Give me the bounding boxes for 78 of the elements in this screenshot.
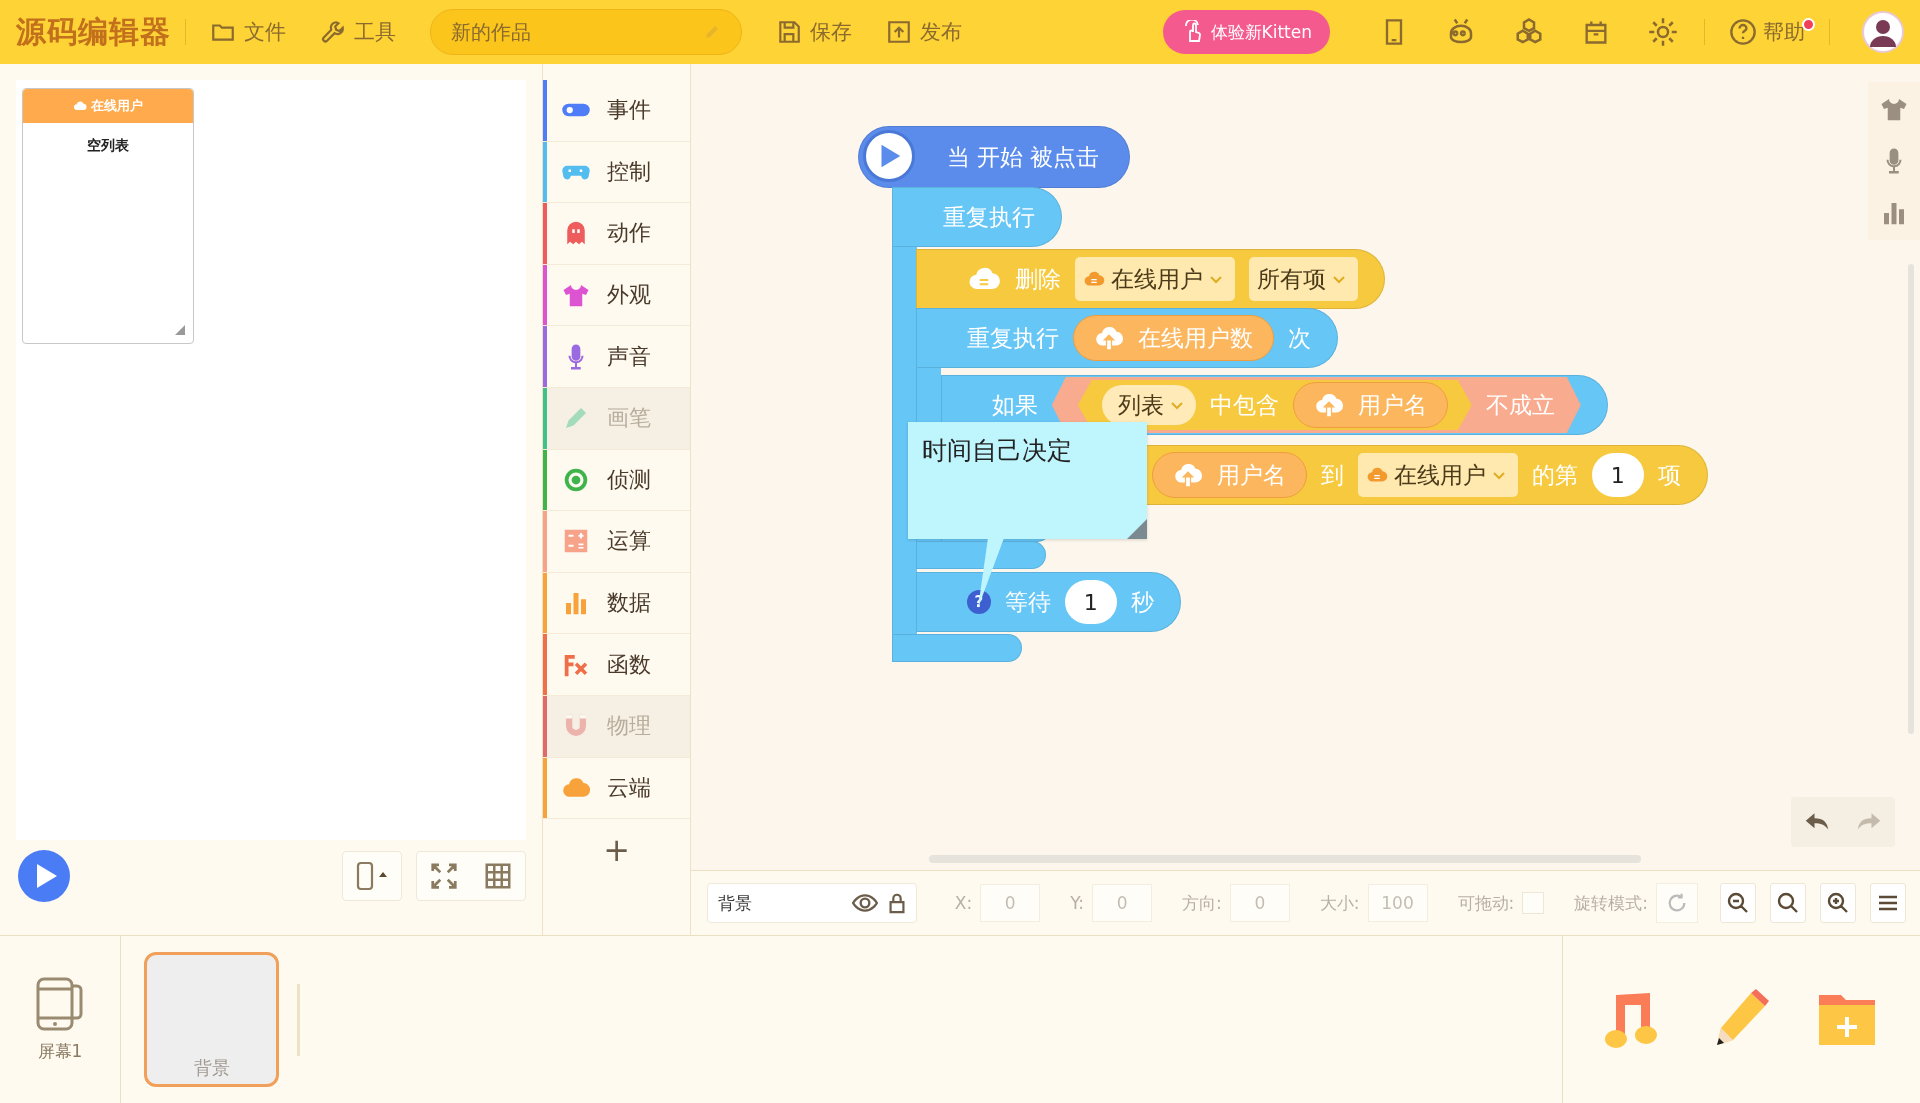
zoom-out-button[interactable]: [1720, 883, 1756, 923]
block-label: 等待: [1004, 587, 1051, 617]
block-label: 的第: [1531, 460, 1578, 490]
comment-note[interactable]: 时间自己决定: [907, 422, 1147, 539]
play-button[interactable]: [18, 850, 70, 902]
block-label: 中包含: [1209, 390, 1279, 420]
add-category-button[interactable]: +: [543, 819, 690, 881]
category-item[interactable]: 侦测: [543, 449, 690, 512]
wrench-icon: [320, 19, 346, 45]
category-item[interactable]: 数据: [543, 572, 690, 635]
grid-icon[interactable]: [483, 861, 514, 891]
block-label: 当 开始 被点击: [946, 142, 1100, 172]
settings-icon[interactable]: [1648, 17, 1678, 47]
resize-handle[interactable]: [175, 325, 185, 335]
property-label: 旋转模式:: [1574, 891, 1648, 915]
block-label: 项: [1657, 460, 1681, 490]
list-title: 在线用户: [91, 97, 143, 115]
category-item[interactable]: 云端: [543, 757, 690, 820]
rotation-button[interactable]: [1656, 883, 1698, 923]
number-input[interactable]: 1: [1064, 580, 1117, 624]
block-label: 不成立: [1485, 390, 1555, 420]
category-item[interactable]: 事件: [543, 80, 690, 142]
number-input[interactable]: 1: [1591, 453, 1644, 497]
play-icon: [862, 130, 915, 182]
resize-handle[interactable]: [1126, 519, 1147, 539]
category-item[interactable]: 运算: [543, 511, 690, 573]
help-button[interactable]: 帮助: [1719, 12, 1815, 52]
logo: 源码编辑器: [16, 12, 171, 51]
code-block[interactable]: 删除 在线用户 所有项: [915, 249, 1385, 309]
phone-icon: [355, 861, 390, 891]
sprite-name-field[interactable]: 背景: [706, 883, 917, 923]
block-label: 到: [1320, 460, 1344, 490]
block-label: 秒: [1130, 587, 1154, 617]
screen-tab[interactable]: 屏幕1: [35, 976, 85, 1063]
play-icon: [34, 863, 58, 889]
zoom-in-button[interactable]: [1820, 883, 1856, 923]
dropdown[interactable]: 所有项: [1248, 257, 1358, 301]
menu-button[interactable]: [1870, 883, 1906, 923]
condition-block[interactable]: 列表 中包含 用户名: [1077, 380, 1472, 430]
comment-pointer: [975, 538, 1006, 608]
save-icon: [776, 19, 802, 45]
avatar[interactable]: [1862, 11, 1904, 53]
category-item[interactable]: 声音: [543, 326, 690, 388]
draggable-checkbox[interactable]: [1522, 892, 1545, 914]
dropdown[interactable]: 在线用户: [1074, 257, 1235, 301]
toolbar-button[interactable]: 发布: [876, 12, 972, 52]
property-label: 可拖动:: [1457, 891, 1515, 915]
menu-button[interactable]: 文件: [200, 12, 296, 52]
zoom-in-icon: [1826, 891, 1850, 915]
device-button[interactable]: [342, 851, 403, 901]
category-item[interactable]: 函数: [543, 634, 690, 696]
dropdown[interactable]: 在线用户: [1357, 453, 1518, 497]
block-label: 次: [1287, 323, 1311, 353]
category-item[interactable]: 控制: [543, 141, 690, 204]
dropdown[interactable]: 列表: [1101, 385, 1196, 425]
help-icon: [1729, 18, 1757, 46]
upload-icon: [886, 19, 912, 45]
block-label: 删除: [1014, 264, 1061, 294]
block-label: 如果: [991, 390, 1038, 420]
property-label: Y:: [1070, 893, 1085, 913]
toolbar-button[interactable]: 保存: [766, 12, 862, 52]
code-block[interactable]: 如果 列表 中包含 用户名 不成立: [940, 375, 1608, 435]
condition-block[interactable]: 列表 中包含 用户名 不成立: [1051, 377, 1581, 433]
zoom-out-icon: [1726, 891, 1750, 915]
property-label: X:: [954, 893, 973, 913]
fullscreen-icon[interactable]: [429, 861, 460, 891]
category-item[interactable]: 外观: [543, 264, 690, 327]
zoom-reset-button[interactable]: [1770, 883, 1806, 923]
property-label: 方向:: [1182, 891, 1222, 915]
cloud-list-icon: [73, 99, 87, 113]
block-label: 重复执行: [942, 202, 1035, 232]
category-item[interactable]: 动作: [543, 203, 690, 265]
rotate-icon: [1666, 892, 1688, 914]
empty-list-text: 空列表: [86, 137, 130, 155]
search-icon: [1776, 891, 1800, 915]
tablet-icon: [35, 976, 85, 1032]
property-label: 大小:: [1319, 891, 1360, 915]
block-label: 重复执行: [966, 323, 1059, 353]
